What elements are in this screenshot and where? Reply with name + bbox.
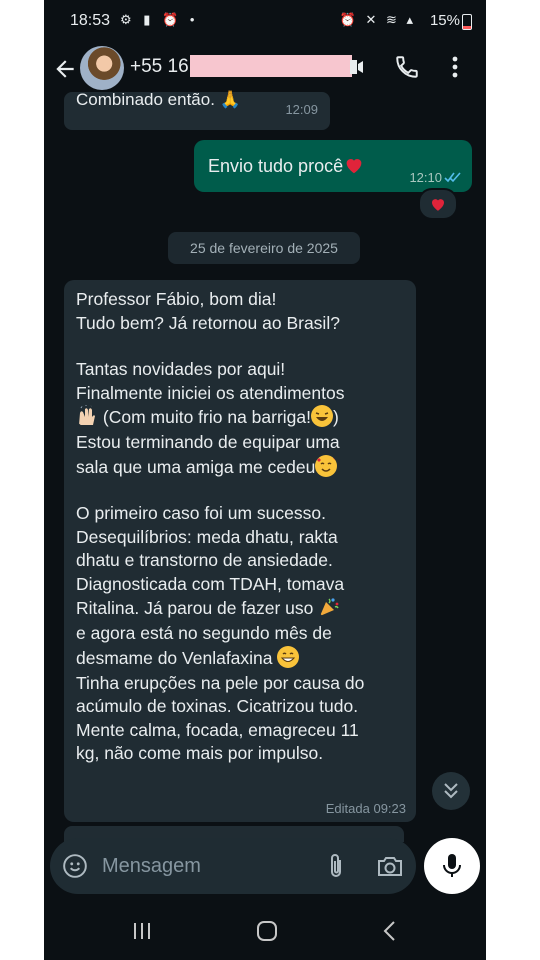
line: Diagnosticada com TDAH, tomava bbox=[76, 573, 345, 594]
phone-screen: 18:53 ⚙ ▮ ⏰ • ⏰ ✕ ≋ ▴ 15% +55 16 Combina… bbox=[44, 0, 486, 960]
battery-percent: 15% bbox=[429, 12, 460, 29]
read-ticks-icon bbox=[444, 172, 461, 183]
sticker-icon[interactable] bbox=[62, 853, 88, 879]
smiling-hearts-emoji-icon bbox=[315, 454, 338, 477]
line: Finalmente iniciei os atendimentos bbox=[76, 382, 345, 403]
laughing-emoji-icon bbox=[311, 405, 334, 427]
phone-icon[interactable] bbox=[394, 54, 420, 80]
battery-icon bbox=[462, 14, 472, 30]
line: desmame do Venlafaxina bbox=[76, 645, 406, 672]
system-icons: ⏰ ✕ ≋ ▴ bbox=[339, 12, 416, 27]
line: Ritalina. Já parou de fazer uso bbox=[76, 596, 406, 622]
line: dhatu e transtorno de ansiedade. bbox=[76, 550, 333, 570]
line: Professor Fábio, bom dia! bbox=[76, 289, 277, 309]
double-chevron-down-icon bbox=[444, 783, 458, 799]
line: Tinha erupções na pele por causa do bbox=[76, 672, 365, 693]
back-nav-icon[interactable] bbox=[382, 920, 396, 942]
microphone-icon bbox=[443, 854, 461, 877]
voice-message-button[interactable] bbox=[424, 838, 480, 894]
message-incoming[interactable]: Combinado então. 🙏 12:09 bbox=[64, 90, 330, 130]
line: acúmulo de toxinas. Cicatrizou tudo. bbox=[76, 696, 359, 716]
message-time: 12:10 bbox=[409, 170, 442, 185]
message-incoming-long[interactable]: Professor Fábio, bom dia! Tudo bem? Já r… bbox=[64, 280, 416, 822]
chat-area[interactable]: Combinado então. 🙏 12:09 Envio tudo proc… bbox=[44, 90, 486, 842]
line: Tantas novidades por aqui! bbox=[76, 359, 286, 379]
reaction-badge[interactable] bbox=[418, 188, 458, 220]
heart-emoji-icon bbox=[346, 159, 362, 174]
message-composer bbox=[50, 838, 416, 894]
message-time: 12:09 bbox=[285, 102, 318, 117]
more-options-icon[interactable] bbox=[448, 54, 462, 80]
line: e agora está no segundo mês de bbox=[76, 623, 332, 643]
line: O primeiro caso foi um sucesso. bbox=[76, 503, 326, 523]
status-bar: 18:53 ⚙ ▮ ⏰ • ⏰ ✕ ≋ ▴ 15% bbox=[44, 0, 486, 40]
line: Desequilíbrios: meda dhatu, rakta bbox=[76, 526, 338, 547]
edited-time: Editada 09:23 bbox=[325, 801, 406, 816]
line: sala que uma amiga me cedeu bbox=[76, 454, 406, 480]
contact-name[interactable]: +55 16 bbox=[130, 56, 189, 78]
heart-reaction-icon bbox=[432, 199, 444, 211]
status-time: 18:53 bbox=[70, 12, 111, 29]
line: Tudo bem? Já retornou ao Brasil? bbox=[76, 312, 340, 333]
redacted-number bbox=[190, 55, 352, 77]
line: (Com muito frio na barriga! ) bbox=[76, 405, 406, 431]
avatar[interactable] bbox=[80, 46, 124, 90]
recent-apps-icon[interactable] bbox=[132, 922, 152, 940]
back-arrow-icon[interactable] bbox=[52, 56, 78, 82]
message-text: Combinado então. 🙏 bbox=[76, 90, 241, 109]
line: Estou terminando de equipar uma bbox=[76, 432, 340, 452]
raised-hands-emoji-icon bbox=[79, 405, 95, 425]
message-outgoing[interactable]: Envio tudo procê 12:10 bbox=[194, 140, 472, 192]
paperclip-icon[interactable] bbox=[326, 852, 346, 880]
party-popper-emoji-icon bbox=[320, 598, 339, 616]
grinning-emoji-icon bbox=[277, 645, 300, 668]
line: Mente calma, focada, emagreceu 11 bbox=[76, 719, 359, 740]
message-text: Professor Fábio, bom dia! Tudo bem? Já r… bbox=[76, 288, 406, 766]
scroll-to-bottom-button[interactable] bbox=[432, 772, 470, 810]
message-text: Envio tudo procê bbox=[208, 154, 365, 177]
video-call-icon[interactable] bbox=[350, 58, 364, 76]
message-input[interactable] bbox=[102, 854, 302, 878]
notification-icons: ⚙ ▮ ⏰ • bbox=[120, 12, 199, 27]
line: kg, não come mais por impulso. bbox=[76, 743, 324, 763]
date-separator: 25 de fevereiro de 2025 bbox=[168, 232, 360, 264]
home-icon[interactable] bbox=[256, 920, 278, 942]
camera-icon[interactable] bbox=[376, 854, 404, 878]
system-navigation-bar bbox=[44, 902, 486, 960]
